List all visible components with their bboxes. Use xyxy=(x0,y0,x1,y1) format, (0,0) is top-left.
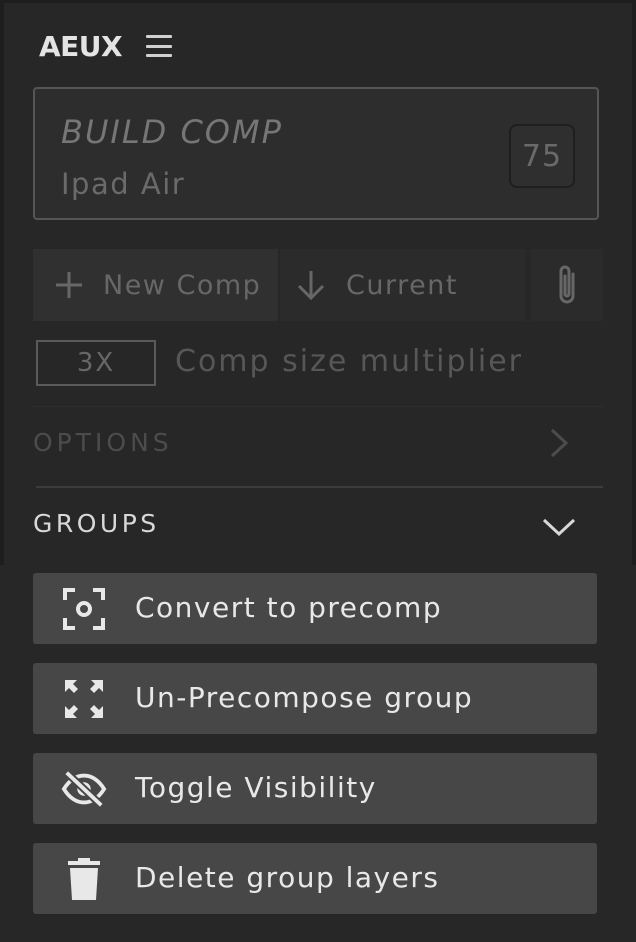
build-comp-count-badge: 75 xyxy=(509,124,575,188)
new-comp-button[interactable]: New Comp xyxy=(33,249,278,321)
panel-edge-left xyxy=(0,0,4,565)
paperclip-icon xyxy=(554,262,580,308)
current-comp-label: Current xyxy=(346,269,458,301)
panel-edge-top xyxy=(0,0,636,3)
panel-header: AEUX xyxy=(39,26,173,66)
delete-group-layers-button[interactable]: Delete group layers xyxy=(33,843,597,914)
aeux-panel: AEUX BUILD COMP Ipad Air 75 New Comp Cur… xyxy=(0,0,636,942)
focus-frame-icon xyxy=(61,586,107,632)
divider xyxy=(36,486,603,488)
action-label: Convert to precomp xyxy=(135,591,443,624)
arrow-down-icon xyxy=(294,268,328,302)
comp-size-multiplier-input[interactable]: 3X xyxy=(36,340,156,386)
hamburger-menu-icon[interactable] xyxy=(146,35,173,57)
action-label: Un-Precompose group xyxy=(135,681,474,714)
panel-edge-right xyxy=(632,0,636,565)
app-title: AEUX xyxy=(39,29,123,63)
divider xyxy=(33,406,603,407)
toggle-visibility-button[interactable]: Toggle Visibility xyxy=(33,753,597,824)
convert-to-precomp-button[interactable]: Convert to precomp xyxy=(33,573,597,644)
eye-off-icon xyxy=(61,766,107,812)
options-section-header[interactable]: OPTIONS xyxy=(33,428,173,457)
attach-button[interactable] xyxy=(531,249,603,321)
chevron-right-icon[interactable] xyxy=(548,428,570,462)
plus-icon xyxy=(53,269,85,301)
current-comp-button[interactable]: Current xyxy=(280,249,525,321)
trash-icon xyxy=(61,856,107,902)
comp-size-multiplier-label: Comp size multiplier xyxy=(175,344,523,379)
build-comp-button[interactable]: BUILD COMP Ipad Air 75 xyxy=(33,87,599,220)
new-comp-label: New Comp xyxy=(103,269,262,301)
build-comp-preset: Ipad Air xyxy=(61,167,186,201)
groups-section-header[interactable]: GROUPS xyxy=(33,509,160,538)
action-label: Toggle Visibility xyxy=(135,771,377,804)
build-comp-title: BUILD COMP xyxy=(61,113,283,151)
expand-arrows-icon xyxy=(61,676,107,722)
chevron-down-icon[interactable] xyxy=(542,516,576,542)
action-label: Delete group layers xyxy=(135,861,440,894)
un-precompose-group-button[interactable]: Un-Precompose group xyxy=(33,663,597,734)
